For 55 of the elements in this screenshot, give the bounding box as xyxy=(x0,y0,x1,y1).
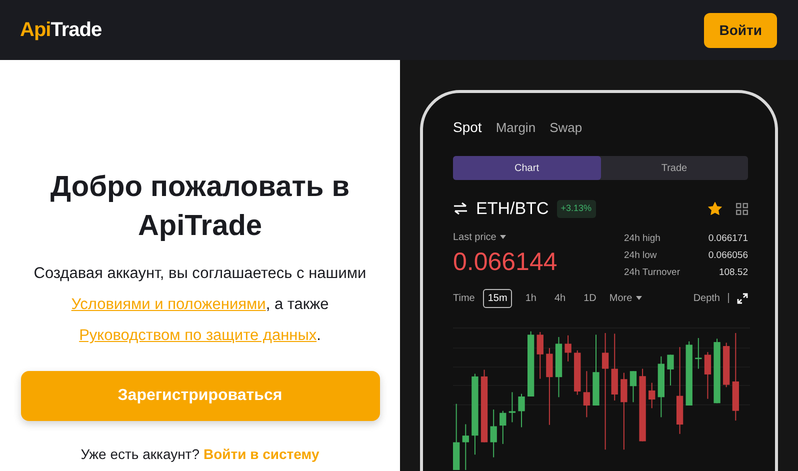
terms-text: Создавая аккаунт, вы соглашаетесь с нашими Условиями и положениями, а также Руководством по защите данных. xyxy=(32,264,368,346)
view-tab[interactable]: Trade xyxy=(600,156,748,180)
last-price: 0.066144 xyxy=(453,248,558,276)
pair-name: ETH/BTC xyxy=(476,198,549,220)
market-tab[interactable]: Margin xyxy=(496,118,536,138)
depth-tab[interactable]: Depth xyxy=(693,290,720,306)
caret-icon[interactable] xyxy=(500,235,506,239)
login-button[interactable]: Войти xyxy=(704,12,777,48)
candlestick xyxy=(583,370,590,418)
candlestick xyxy=(686,340,692,406)
more-menu[interactable]: More xyxy=(609,290,632,306)
stat-label: 24h Turnover xyxy=(624,266,680,280)
star-icon[interactable] xyxy=(708,202,722,216)
candlestick xyxy=(704,351,712,399)
interval-tab[interactable]: 15m xyxy=(482,288,512,308)
swap-arrows-icon[interactable] xyxy=(453,202,468,216)
change-badge: +3.13% xyxy=(556,200,596,218)
expand-icon[interactable] xyxy=(737,292,748,304)
view-tab[interactable]: Chart xyxy=(453,156,600,180)
candlestick xyxy=(574,349,581,395)
interval-tab[interactable]: 1h xyxy=(520,288,542,308)
caret-icon[interactable] xyxy=(636,296,642,300)
market-tab[interactable]: Swap xyxy=(550,118,582,138)
candlestick xyxy=(564,334,572,362)
stat-value: 0.066056 xyxy=(708,248,748,262)
market-tab[interactable]: Spot xyxy=(453,117,482,138)
candlestick xyxy=(630,370,637,402)
last-price-label[interactable]: Last price xyxy=(453,230,496,244)
candlestick xyxy=(723,342,730,388)
candlestick xyxy=(518,392,525,428)
candlestick xyxy=(536,331,544,379)
candlestick xyxy=(714,338,720,404)
candlestick xyxy=(490,408,497,458)
signin-prompt: Уже есть аккаунт? xyxy=(80,445,200,464)
stat-value: 108.52 xyxy=(718,266,748,280)
candlestick xyxy=(695,337,702,369)
time-label: Time xyxy=(453,292,475,306)
stat-value: 0.066171 xyxy=(708,232,748,246)
candlestick xyxy=(508,391,516,422)
candlestick xyxy=(500,410,506,444)
grid-icon[interactable] xyxy=(736,202,748,215)
candlestick xyxy=(648,382,656,408)
candlestick xyxy=(453,402,460,470)
candlestick xyxy=(658,355,664,418)
logo-text[interactable]: ApiTrade xyxy=(20,15,102,45)
stat-label: 24h low xyxy=(624,248,657,262)
candlestick xyxy=(611,332,618,400)
welcome-title: Добро пожаловать в ApiTrade xyxy=(49,170,351,244)
candlestick xyxy=(527,330,534,396)
candlestick xyxy=(462,423,469,470)
candlestick xyxy=(555,336,562,398)
interval-tab[interactable]: 4h xyxy=(549,288,571,308)
candlestick xyxy=(667,354,674,386)
interval-tab[interactable]: 1D xyxy=(578,288,602,308)
stat-label: 24h high xyxy=(624,232,660,246)
